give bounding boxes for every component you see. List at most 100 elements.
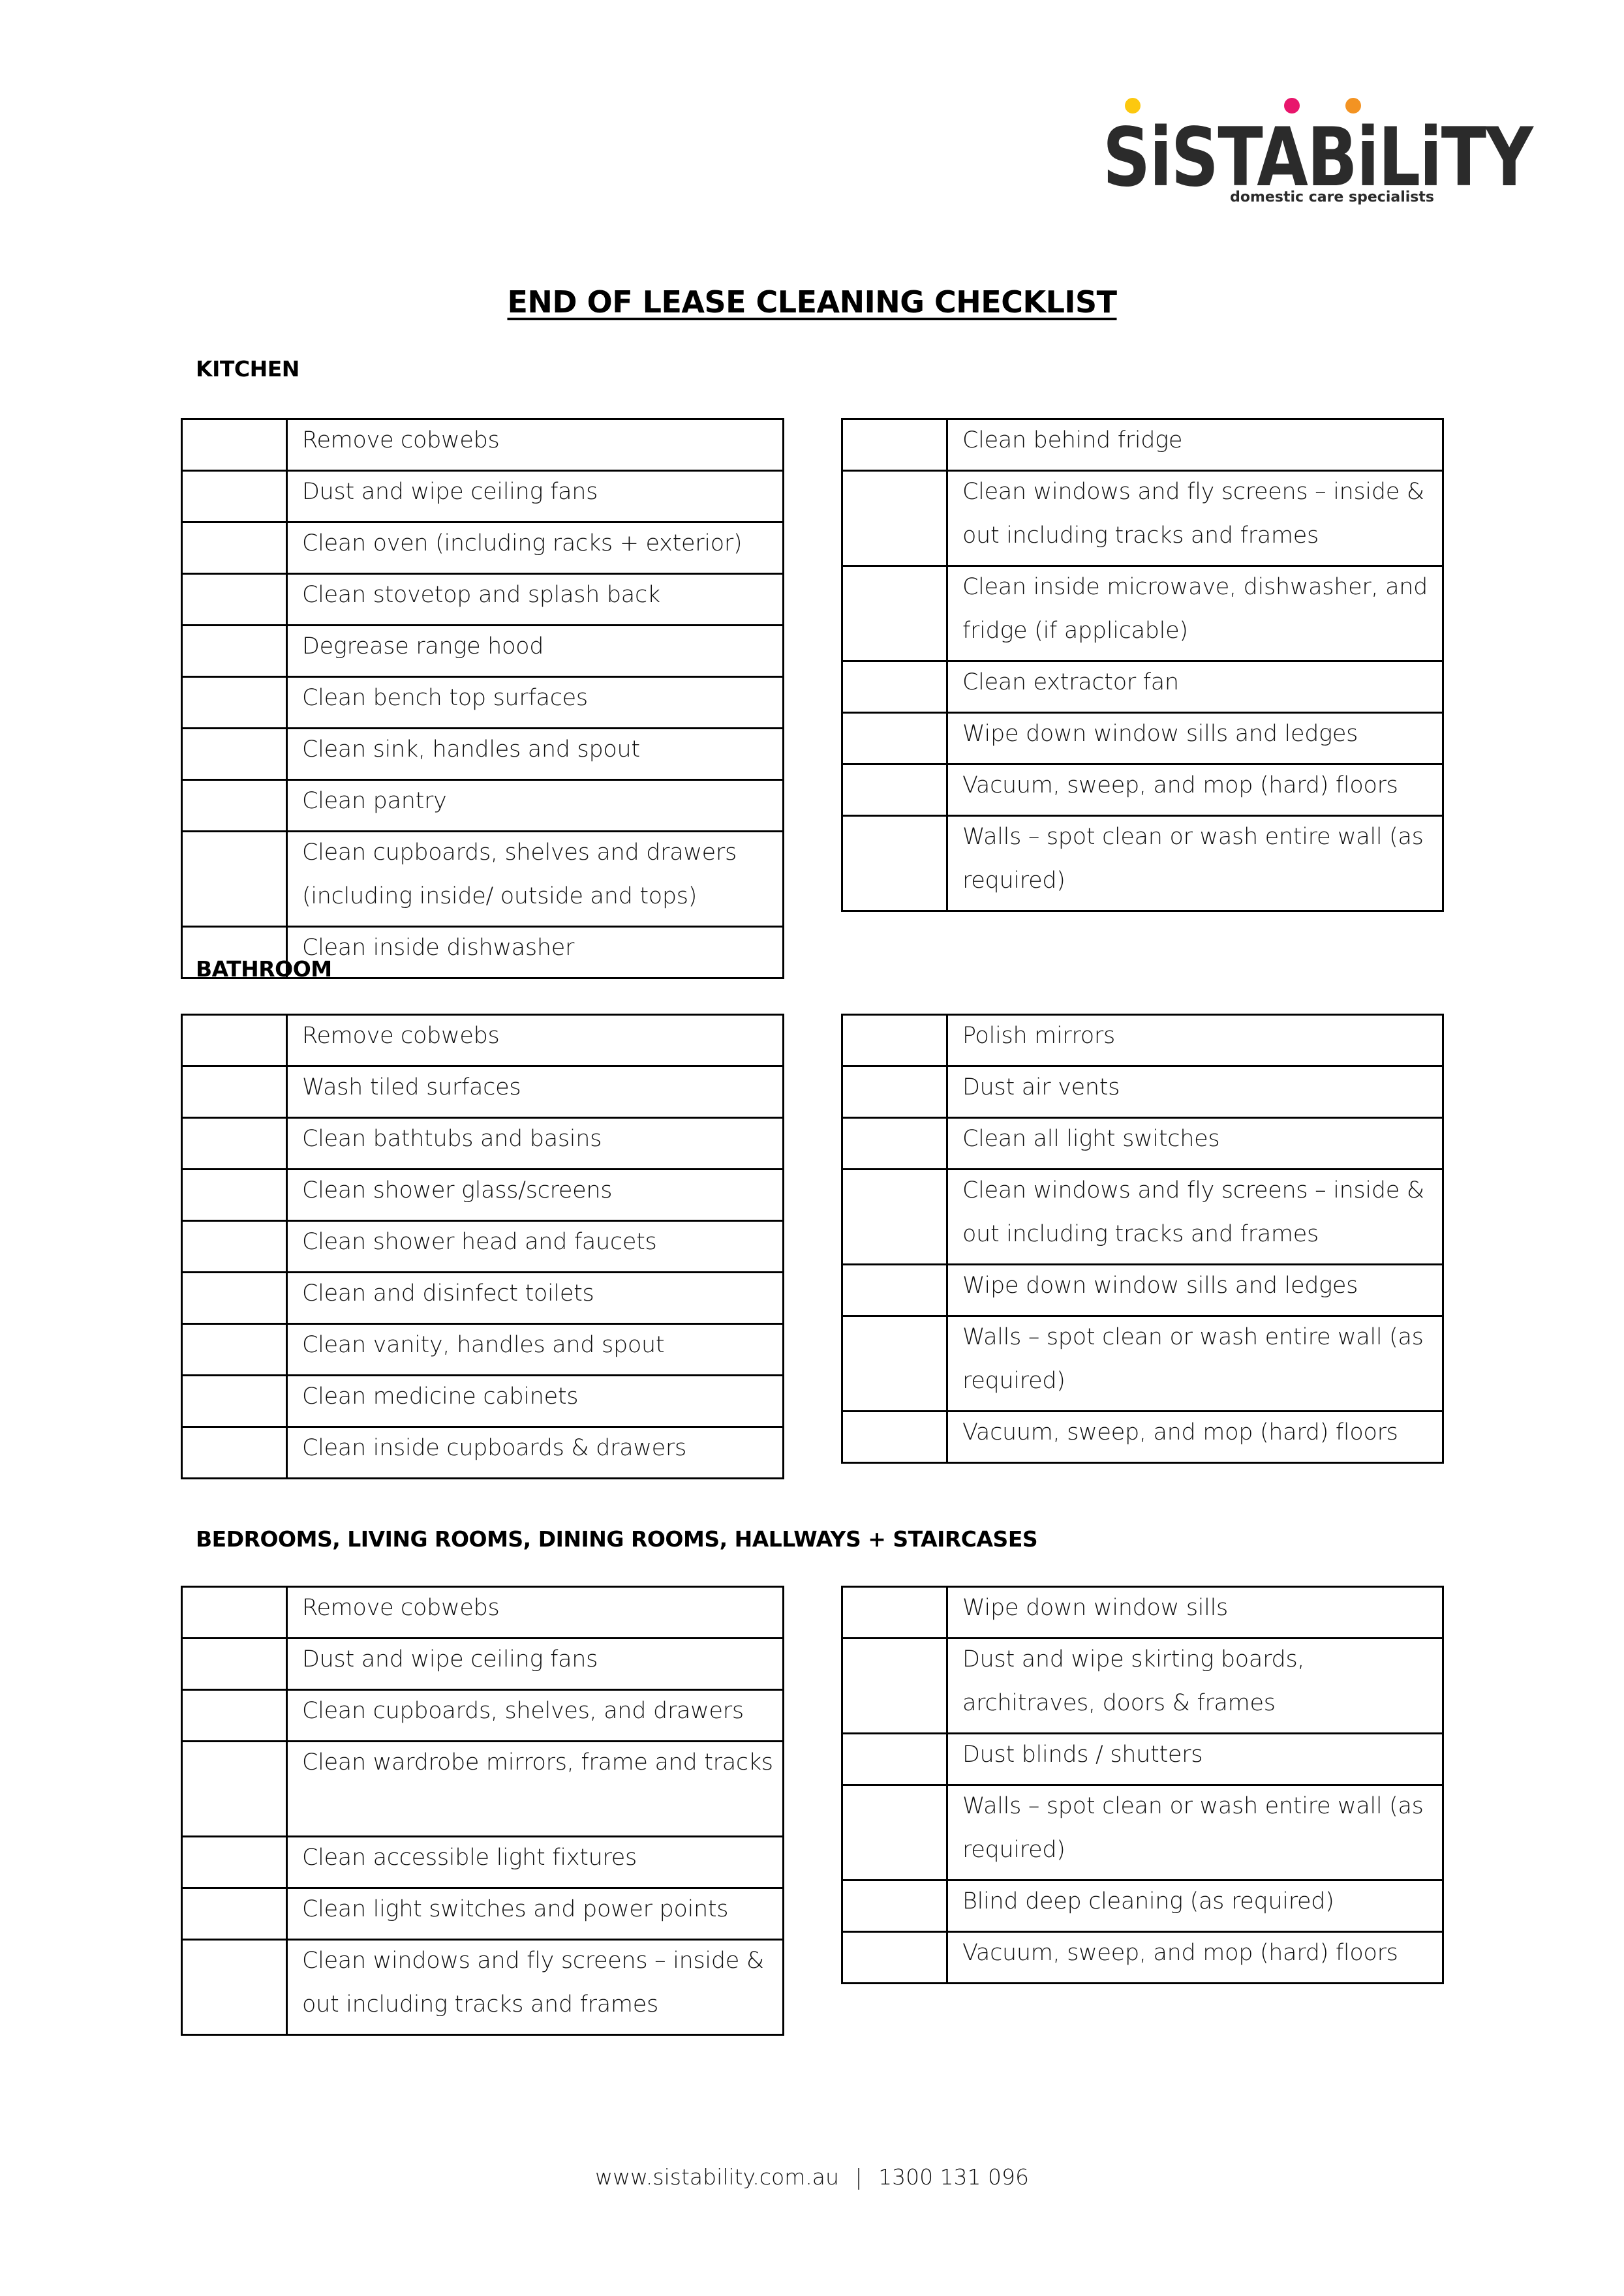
checklist-item-text: Wash tiled surfaces xyxy=(302,1074,521,1100)
checklist-item-label: Dust and wipe ceiling fans xyxy=(286,1637,784,1691)
checkbox-cell[interactable] xyxy=(181,1689,288,1742)
checkbox-cell[interactable] xyxy=(181,1323,288,1376)
checklist-row: Clean pantry xyxy=(181,779,784,832)
checklist-row: Clean cupboards, shelves and drawers (in… xyxy=(181,830,784,928)
checkbox-cell[interactable] xyxy=(841,1879,948,1933)
checklist-row: Clean light switches and power points xyxy=(181,1887,784,1941)
checkbox-cell[interactable] xyxy=(841,1315,948,1412)
checkbox-cell[interactable] xyxy=(181,1271,288,1325)
checkbox-cell[interactable] xyxy=(181,573,288,626)
checklist-item-text: Dust and wipe skirting boards, architrav… xyxy=(962,1646,1305,1716)
checkbox-cell[interactable] xyxy=(841,1732,948,1786)
checklist-item-label: Wipe down window sills and ledges xyxy=(946,712,1444,765)
checkbox-cell[interactable] xyxy=(181,727,288,781)
checkbox-cell[interactable] xyxy=(181,1835,288,1889)
page-title: END OF LEASE CLEANING CHECKLIST xyxy=(507,284,1117,320)
checkbox-cell[interactable] xyxy=(841,418,948,472)
checklist-item-label: Clean windows and fly screens – inside &… xyxy=(286,1939,784,2036)
checkbox-cell[interactable] xyxy=(181,1117,288,1170)
checklist-row: Wipe down window sills and ledges xyxy=(841,1263,1444,1317)
checklist-item-label: Dust and wipe skirting boards, architrav… xyxy=(946,1637,1444,1734)
brand-name: SiSTABiLiTY xyxy=(1103,111,1533,205)
checklist-item-text: Dust and wipe ceiling fans xyxy=(302,1646,598,1672)
checkbox-cell[interactable] xyxy=(841,1586,948,1639)
kitchen-checklist-right: Clean behind fridge Clean windows and fly… xyxy=(841,418,1444,912)
checkbox-cell[interactable] xyxy=(181,1065,288,1119)
checklist-item-text: Clean vanity, handles and spout xyxy=(302,1332,665,1358)
checklist-row: Remove cobwebs xyxy=(181,1014,784,1067)
checklist-item-text: Wipe down window sills xyxy=(962,1595,1228,1621)
checklist-item-label: Clean light switches and power points xyxy=(286,1887,784,1941)
checklist-row: Remove cobwebs xyxy=(181,418,784,472)
checkbox-cell[interactable] xyxy=(181,521,288,575)
checkbox-cell[interactable] xyxy=(181,1426,288,1479)
checklist-item-text: Clean all light switches xyxy=(962,1126,1220,1152)
checkbox-cell[interactable] xyxy=(841,1263,948,1317)
checkbox-cell[interactable] xyxy=(181,1637,288,1691)
checkbox-cell[interactable] xyxy=(841,763,948,817)
checklist-item-label: Clean shower glass/screens xyxy=(286,1168,784,1222)
checklist-row: Walls – spot clean or wash entire wall (… xyxy=(841,1784,1444,1881)
checklist-item-label: Wipe down window sills xyxy=(946,1586,1444,1639)
checklist-item-label: Clean cupboards, shelves and drawers (in… xyxy=(286,830,784,928)
checklist-item-label: Dust blinds / shutters xyxy=(946,1732,1444,1786)
checklist-item-label: Dust and wipe ceiling fans xyxy=(286,470,784,523)
checkbox-cell[interactable] xyxy=(841,815,948,912)
checkbox-cell[interactable] xyxy=(181,1586,288,1639)
bathroom-checklist-right: Polish mirrors Dust air vents Clean all li… xyxy=(841,1014,1444,1464)
checklist-item-text: Clean inside cupboards & drawers xyxy=(302,1435,686,1461)
checkbox-cell[interactable] xyxy=(841,1117,948,1170)
checkbox-cell[interactable] xyxy=(181,470,288,523)
checklist-row: Remove cobwebs xyxy=(181,1586,784,1639)
checkbox-cell[interactable] xyxy=(841,470,948,567)
checkbox-cell[interactable] xyxy=(181,1168,288,1222)
checkbox-cell[interactable] xyxy=(181,926,288,979)
checklist-row: Clean bathtubs and basins xyxy=(181,1117,784,1170)
checklist-item-text: Dust blinds / shutters xyxy=(962,1742,1203,1768)
checkbox-cell[interactable] xyxy=(181,779,288,832)
checkbox-cell[interactable] xyxy=(841,1637,948,1734)
checklist-item-label: Clean accessible light fixtures xyxy=(286,1835,784,1889)
kitchen-checklist-left: Remove cobwebs Dust and wipe ceiling fans… xyxy=(181,418,784,979)
checklist-item-label: Dust air vents xyxy=(946,1065,1444,1119)
checkbox-cell[interactable] xyxy=(181,1939,288,2036)
checkbox-cell[interactable] xyxy=(181,1374,288,1428)
checklist-row: Vacuum, sweep, and mop (hard) floors xyxy=(841,763,1444,817)
checklist-item-label: Remove cobwebs xyxy=(286,1586,784,1639)
checkbox-cell[interactable] xyxy=(841,660,948,714)
checkbox-cell[interactable] xyxy=(181,624,288,678)
checklist-item-label: Clean inside microwave, dishwasher, and … xyxy=(946,565,1444,662)
checkbox-cell[interactable] xyxy=(841,1168,948,1265)
footer-contact: www.sistability.com.au | 1300 131 096 xyxy=(0,2164,1624,2190)
checklist-row: Clean bench top surfaces xyxy=(181,676,784,729)
checkbox-cell[interactable] xyxy=(841,1014,948,1067)
checkbox-cell[interactable] xyxy=(841,1784,948,1881)
checkbox-cell[interactable] xyxy=(841,1065,948,1119)
checkbox-cell[interactable] xyxy=(181,830,288,928)
checkbox-cell[interactable] xyxy=(181,1220,288,1273)
checkbox-cell[interactable] xyxy=(181,676,288,729)
footer-phone[interactable]: 1300 131 096 xyxy=(878,2164,1029,2190)
checklist-item-label: Walls – spot clean or wash entire wall (… xyxy=(946,1784,1444,1881)
checklist-row: Wipe down window sills xyxy=(841,1586,1444,1639)
checkbox-cell[interactable] xyxy=(841,712,948,765)
checkbox-cell[interactable] xyxy=(841,1410,948,1464)
checklist-item-label: Clean oven (including racks + exterior) xyxy=(286,521,784,575)
checkbox-cell[interactable] xyxy=(181,418,288,472)
checkbox-cell[interactable] xyxy=(841,565,948,662)
footer-website-link[interactable]: www.sistability.com.au xyxy=(595,2164,839,2190)
checkbox-cell[interactable] xyxy=(181,1887,288,1941)
checklist-item-label: Degrease range hood xyxy=(286,624,784,678)
checklist-item-label: Clean wardrobe mirrors, frame and tracks xyxy=(286,1740,784,1837)
checklist-row: Walls – spot clean or wash entire wall (… xyxy=(841,1315,1444,1412)
checklist-item-text: Vacuum, sweep, and mop (hard) floors xyxy=(962,1940,1398,1966)
checkbox-cell[interactable] xyxy=(181,1014,288,1067)
checkbox-cell[interactable] xyxy=(841,1931,948,1984)
checklist-item-label: Clean behind fridge xyxy=(946,418,1444,472)
checkbox-cell[interactable] xyxy=(181,1740,288,1837)
checklist-item-text: Clean pantry xyxy=(302,788,447,814)
checklist-item-text: Clean oven (including racks + exterior) xyxy=(302,530,743,556)
checklist-item-label: Clean inside dishwasher xyxy=(286,926,784,979)
bedrooms-checklist-left: Remove cobwebs Dust and wipe ceiling fans… xyxy=(181,1586,784,2036)
checklist-item-text: Clean inside microwave, dishwasher, and … xyxy=(962,574,1428,644)
